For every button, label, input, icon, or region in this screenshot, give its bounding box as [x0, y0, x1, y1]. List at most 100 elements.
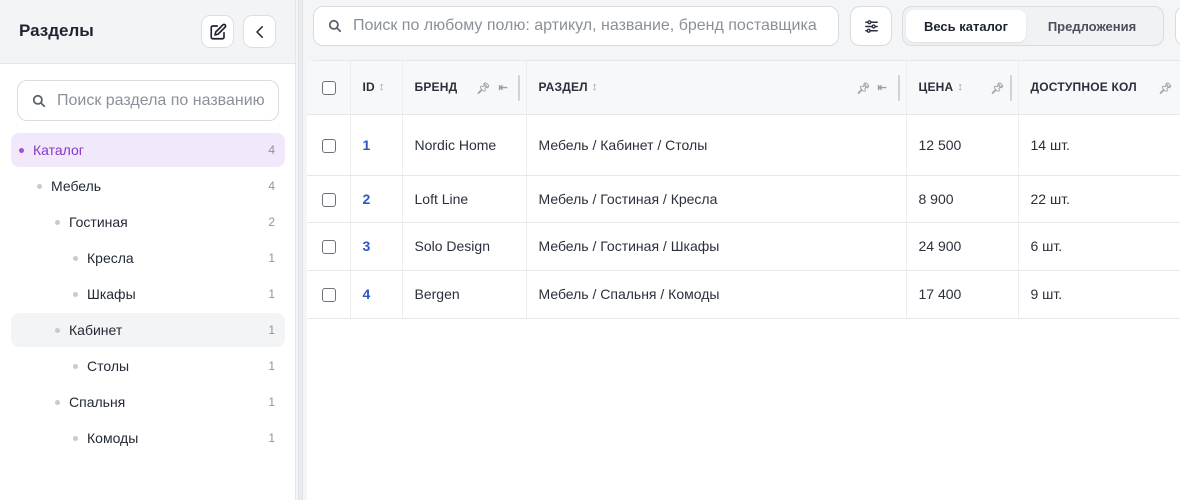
- global-search-box: [313, 6, 839, 46]
- column-section-label: РАЗДЕЛ: [538, 80, 588, 95]
- pin-icon[interactable]: 📌︎: [857, 82, 871, 95]
- tree-item[interactable]: Кресла 1: [11, 241, 285, 275]
- tree-item-count: 1: [268, 359, 275, 373]
- tree-item-label: Комоды: [87, 430, 139, 446]
- cell-price: 8 900: [905, 175, 1018, 223]
- products-table-container: ID ↕ БРЕНД 📌︎ ⇤ РАЗДЕЛ ↕ 📌︎ ⇤ ЦЕНА ↕ 📌︎ …: [307, 60, 1180, 500]
- column-id-label: ID: [362, 80, 375, 95]
- cell-section: Мебель / Кабинет / Столы: [525, 114, 906, 176]
- tree-item[interactable]: Шкафы 1: [11, 277, 285, 311]
- bullet-icon: [73, 363, 78, 369]
- more-button[interactable]: [1175, 6, 1180, 46]
- table-row[interactable]: 2 Loft Line Мебель / Гостиная / Кресла 8 90…: [307, 175, 1180, 223]
- cell-id: 1: [349, 114, 402, 176]
- bullet-icon: [55, 327, 60, 333]
- cell-id: 2: [349, 175, 402, 223]
- row-checkbox[interactable]: [322, 288, 336, 303]
- tree-item[interactable]: Комоды 1: [11, 421, 285, 455]
- catalog-view-switch: Весь каталог Предложения: [902, 6, 1164, 46]
- cell-brand: Bergen: [401, 270, 526, 319]
- tree-item-count: 4: [268, 143, 275, 157]
- edit-icon: [209, 23, 226, 40]
- tree-item-label: Кресла: [87, 250, 134, 266]
- cell-price: 24 900: [905, 222, 1018, 271]
- column-price[interactable]: ЦЕНА ↕ 📌︎: [905, 61, 1018, 115]
- tree-item-label: Шкафы: [87, 286, 136, 302]
- sidebar-title: Разделы: [19, 21, 94, 40]
- table-row[interactable]: 3 Solo Design Мебель / Гостиная / Шкафы 24 …: [307, 222, 1180, 271]
- search-icon: [328, 19, 342, 33]
- tree-item[interactable]: Кабинет 1: [11, 313, 285, 347]
- search-icon: [32, 94, 46, 107]
- cell-available-qty: 9 шт.: [1017, 270, 1180, 319]
- row-select-cell: [307, 114, 350, 176]
- select-all-checkbox[interactable]: [322, 80, 336, 95]
- cell-id: 3: [349, 222, 402, 271]
- tree-item[interactable]: Мебель 4: [11, 169, 285, 203]
- collapse-column-icon[interactable]: ⇤: [499, 81, 508, 94]
- column-brand[interactable]: БРЕНД 📌︎ ⇤: [401, 61, 526, 115]
- global-search-input[interactable]: [353, 17, 833, 35]
- products-table: ID ↕ БРЕНД 📌︎ ⇤ РАЗДЕЛ ↕ 📌︎ ⇤ ЦЕНА ↕ 📌︎ …: [307, 61, 1180, 319]
- pin-icon[interactable]: 📌︎: [991, 82, 1005, 95]
- cell-available-qty: 14 шт.: [1017, 114, 1180, 176]
- tree-item-label: Спальня: [69, 394, 126, 410]
- tab-offers[interactable]: Предложения: [1026, 10, 1158, 42]
- bullet-icon: [73, 291, 78, 297]
- tab-whole-catalog[interactable]: Весь каталог: [906, 10, 1026, 42]
- select-all-cell: [307, 61, 350, 115]
- product-id-link[interactable]: 1: [363, 137, 371, 153]
- sidebar-resize-handle[interactable]: [298, 0, 303, 500]
- tree-item[interactable]: Гостиная 2: [11, 205, 285, 239]
- sections-sidebar: Разделы Каталог4Мебель4Гостиная2Кресла1Ш…: [0, 0, 296, 500]
- section-tree: Каталог 4 Мебель 4 Гостиная 2 Кресла 1 Шкафы 1 Каб…: [11, 133, 285, 457]
- tree-item[interactable]: Спальня 1: [11, 385, 285, 419]
- row-checkbox[interactable]: [322, 240, 336, 255]
- column-id[interactable]: ID ↕: [349, 61, 402, 115]
- cell-brand: Nordic Home: [401, 114, 526, 176]
- cell-available-qty: 22 шт.: [1017, 175, 1180, 223]
- sort-icon[interactable]: ↕: [379, 81, 385, 93]
- tree-item[interactable]: Каталог 4: [11, 133, 285, 167]
- collapse-sidebar-button[interactable]: [243, 15, 276, 48]
- tree-item-label: Мебель: [51, 178, 102, 194]
- product-id-link[interactable]: 4: [363, 286, 371, 302]
- tree-item-count: 1: [268, 431, 275, 445]
- tree-item-label: Гостиная: [69, 214, 128, 230]
- column-resize-handle[interactable]: [1009, 75, 1012, 101]
- cell-section: Мебель / Гостиная / Кресла: [525, 175, 906, 223]
- bullet-icon: [55, 219, 60, 225]
- column-qty-label: ДОСТУПНОЕ КОЛ: [1030, 80, 1137, 95]
- tree-item-count: 1: [268, 287, 275, 301]
- sort-icon[interactable]: ↕: [957, 81, 963, 93]
- tree-item-label: Кабинет: [69, 322, 123, 338]
- product-id-link[interactable]: 3: [363, 238, 371, 254]
- pin-icon[interactable]: 📌︎: [477, 82, 491, 95]
- sort-icon[interactable]: ↕: [592, 81, 598, 93]
- filters-button[interactable]: [850, 6, 892, 46]
- row-checkbox[interactable]: [322, 138, 336, 153]
- tree-item[interactable]: Столы 1: [11, 349, 285, 383]
- section-search-input[interactable]: [57, 91, 267, 110]
- cell-id: 4: [349, 270, 402, 319]
- bullet-icon: [73, 255, 78, 261]
- column-resize-handle[interactable]: [897, 75, 900, 101]
- pin-icon[interactable]: 📌︎: [1159, 82, 1173, 95]
- edit-sections-button[interactable]: [201, 15, 234, 48]
- column-resize-handle[interactable]: [517, 75, 520, 101]
- table-row[interactable]: 4 Bergen Мебель / Спальня / Комоды 17 400 9 …: [307, 270, 1180, 319]
- chevron-left-icon: [255, 25, 263, 38]
- column-section[interactable]: РАЗДЕЛ ↕ 📌︎ ⇤: [525, 61, 906, 115]
- tree-item-count: 1: [268, 323, 275, 337]
- row-checkbox[interactable]: [322, 192, 336, 207]
- table-row[interactable]: 1 Nordic Home Мебель / Кабинет / Столы 12 5…: [307, 114, 1180, 176]
- tree-item-count: 1: [268, 251, 275, 265]
- row-select-cell: [307, 175, 350, 223]
- cell-section: Мебель / Спальня / Комоды: [525, 270, 906, 319]
- tree-item-count: 1: [268, 395, 275, 409]
- sidebar-header: Разделы: [0, 0, 295, 64]
- product-id-link[interactable]: 2: [363, 191, 371, 207]
- collapse-column-icon[interactable]: ⇤: [878, 81, 887, 94]
- column-available-qty[interactable]: ДОСТУПНОЕ КОЛ 📌︎: [1017, 61, 1180, 115]
- table-header-row: ID ↕ БРЕНД 📌︎ ⇤ РАЗДЕЛ ↕ 📌︎ ⇤ ЦЕНА ↕ 📌︎ …: [307, 61, 1180, 115]
